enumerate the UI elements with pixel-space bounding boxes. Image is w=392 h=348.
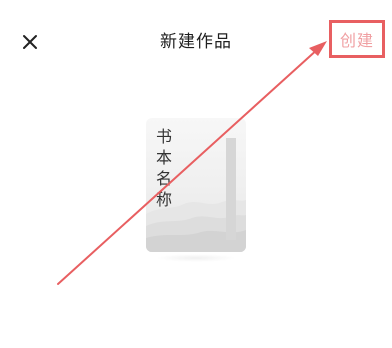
book-cover[interactable]: 书本名称 <box>146 118 246 252</box>
create-button-label: 创建 <box>339 31 374 50</box>
cover-decorative-bar <box>226 138 236 240</box>
cover-shadow <box>156 254 236 262</box>
create-button[interactable]: 创建 <box>329 20 385 58</box>
book-title: 书本名称 <box>155 127 172 209</box>
new-work-dialog: 新建作品 创建 书本名称 <box>0 0 392 348</box>
